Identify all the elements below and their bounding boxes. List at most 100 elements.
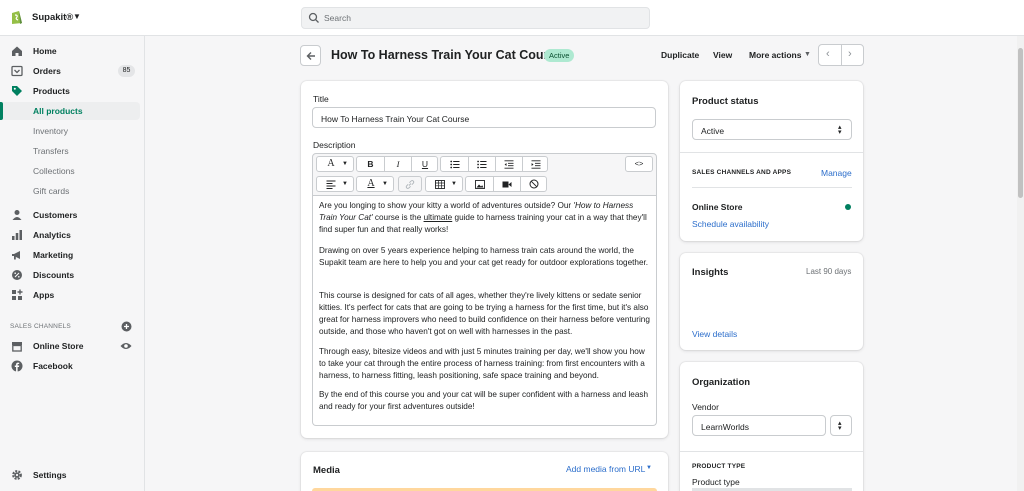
view-button[interactable]: View	[713, 50, 732, 60]
schedule-availability-link[interactable]: Schedule availability	[692, 219, 769, 229]
sidebar-item-label: Orders	[33, 66, 61, 76]
shopify-logo-icon[interactable]	[10, 9, 23, 25]
sidebar-item-label: Settings	[33, 470, 67, 480]
title-input-value: How To Harness Train Your Cat Course	[321, 114, 470, 124]
title-input[interactable]: How To Harness Train Your Cat Course	[312, 107, 656, 128]
home-icon	[12, 46, 22, 56]
status-select[interactable]: Active ▴ ▾	[692, 119, 852, 140]
search-icon	[308, 12, 319, 23]
sidebar-item-discounts[interactable]: Discounts	[0, 266, 145, 284]
sidebar-item-home[interactable]: Home	[0, 42, 145, 60]
sidebar-item-inventory[interactable]: Inventory	[0, 122, 145, 140]
sidebar-item-label: All products	[33, 106, 83, 116]
clear-formatting-icon[interactable]	[521, 177, 547, 191]
discount-icon	[12, 270, 22, 280]
previous-product-icon[interactable]: ‹	[826, 48, 830, 60]
sidebar-item-products[interactable]: Products	[0, 82, 145, 100]
chevron-down-icon[interactable]: ▼	[646, 465, 652, 471]
insights-title: Insights	[692, 267, 729, 278]
media-insert-group	[465, 176, 547, 192]
bold-button[interactable]: B	[357, 157, 384, 171]
link-button[interactable]	[398, 176, 422, 192]
product-type-label: Product type	[692, 477, 740, 487]
align-dropdown[interactable]: ▼	[316, 176, 354, 192]
table-dropdown[interactable]: ▼	[425, 176, 463, 192]
search-input[interactable]: Search	[301, 7, 650, 29]
manage-channels-link[interactable]: Manage	[821, 168, 852, 178]
tag-icon	[12, 86, 22, 96]
sidebar-item-settings[interactable]: Settings	[0, 466, 145, 484]
page-title: How To Harness Train Your Cat Course	[331, 48, 563, 62]
text-color-icon: A	[367, 178, 375, 189]
description-editor[interactable]: Are you longing to show your kitty a wor…	[312, 195, 657, 426]
scrollbar-thumb[interactable]	[1018, 48, 1023, 198]
sidebar-item-label: Inventory	[33, 126, 68, 136]
title-label: Title	[313, 94, 329, 104]
font-style-dropdown[interactable]: A ▼	[316, 156, 354, 172]
video-icon[interactable]	[494, 177, 520, 191]
product-status-title: Product status	[692, 96, 759, 107]
sidebar-item-customers[interactable]: Customers	[0, 206, 145, 224]
select-arrows-icon: ▴ ▾	[838, 420, 842, 432]
sidebar-item-marketing[interactable]: Marketing	[0, 246, 145, 264]
list-indent-group	[440, 156, 548, 172]
apps-icon	[12, 289, 23, 300]
divider	[680, 451, 863, 452]
page-scrollbar[interactable]	[1017, 36, 1024, 491]
sidebar-item-transfers[interactable]: Transfers	[0, 142, 145, 160]
sidebar-item-apps[interactable]: Apps	[0, 286, 145, 304]
vendor-select-button[interactable]: ▴ ▾	[830, 415, 852, 436]
add-channel-icon[interactable]	[121, 321, 132, 332]
search-placeholder: Search	[324, 13, 351, 23]
text-format-group: B I U	[356, 156, 438, 172]
underline-button[interactable]: U	[412, 157, 438, 171]
sidebar-item-label: Gift cards	[33, 186, 70, 196]
align-icon	[321, 177, 341, 191]
add-media-from-url-button[interactable]: Add media from URL	[566, 464, 645, 474]
sidebar-item-gift-cards[interactable]: Gift cards	[0, 182, 145, 200]
divider	[692, 187, 852, 188]
organization-title: Organization	[692, 377, 751, 388]
sidebar-item-label: Transfers	[33, 146, 69, 156]
sidebar-item-analytics[interactable]: Analytics	[0, 226, 145, 244]
store-icon	[12, 342, 22, 352]
facebook-icon	[11, 360, 23, 372]
description-paragraph: Through easy, bitesize videos and with j…	[319, 347, 645, 380]
sidebar-item-label: Customers	[33, 210, 78, 220]
sidebar-item-label: Collections	[33, 166, 75, 176]
sidebar-item-facebook[interactable]: Facebook	[0, 357, 145, 375]
chevron-down-icon[interactable]: ▼	[804, 51, 811, 58]
person-icon	[12, 210, 22, 220]
chevron-down-icon[interactable]: ▼	[73, 12, 81, 21]
vendor-input[interactable]: LearnWorlds	[692, 415, 826, 436]
text-color-dropdown[interactable]: A ▼	[356, 176, 394, 192]
numbered-list-icon[interactable]	[469, 157, 495, 171]
duplicate-button[interactable]: Duplicate	[661, 50, 699, 60]
sidebar-item-label: Products	[33, 86, 70, 96]
sidebar-item-all-products[interactable]: All products	[0, 102, 140, 120]
view-details-link[interactable]: View details	[692, 329, 737, 339]
more-actions-button[interactable]: More actions	[749, 50, 801, 60]
table-icon	[430, 177, 450, 191]
eye-icon[interactable]	[120, 340, 132, 352]
bullet-list-icon[interactable]	[441, 157, 468, 171]
store-name[interactable]: Supakit®	[32, 12, 73, 23]
gear-icon	[12, 470, 22, 480]
back-button[interactable]	[300, 45, 321, 66]
arrow-left-icon	[306, 52, 315, 60]
chevron-down-icon: ▼	[342, 161, 348, 167]
sidebar-item-label: Online Store	[33, 341, 84, 351]
top-bar: Supakit® ▼ Search	[0, 0, 1024, 36]
indent-icon[interactable]	[523, 157, 549, 171]
sales-channels-apps-heading: SALES CHANNELS AND APPS	[692, 169, 792, 176]
html-view-button[interactable]: <>	[625, 156, 653, 172]
orders-icon	[11, 65, 23, 77]
image-icon[interactable]	[466, 177, 493, 191]
chevron-down-icon: ▼	[382, 181, 388, 187]
vendor-label: Vendor	[692, 402, 719, 412]
next-product-icon[interactable]: ›	[848, 48, 852, 60]
italic-button[interactable]: I	[385, 157, 411, 171]
outdent-icon[interactable]	[496, 157, 522, 171]
sidebar-item-orders[interactable]: Orders 85	[0, 62, 145, 80]
sidebar-item-collections[interactable]: Collections	[0, 162, 145, 180]
